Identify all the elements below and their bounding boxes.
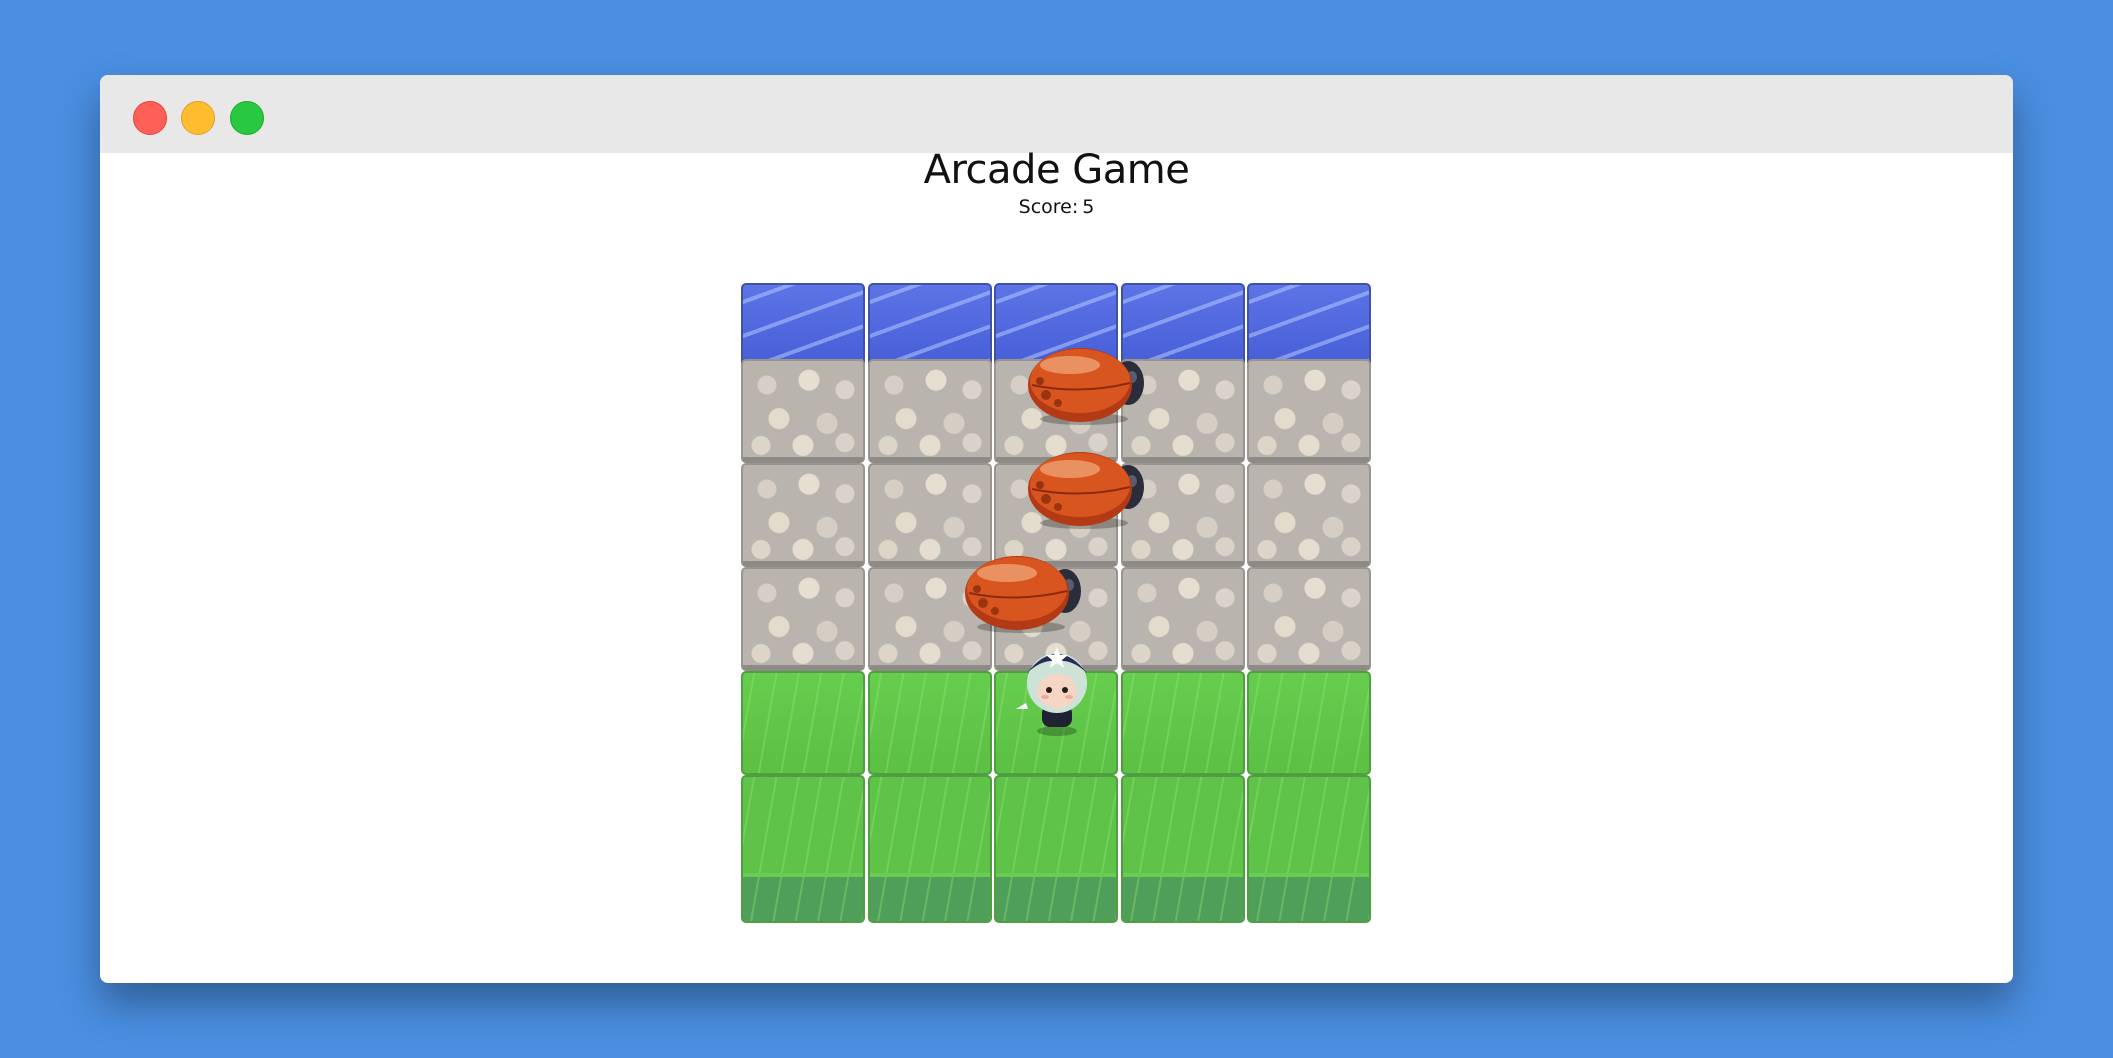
- browser-window: Arcade Game Score: 5: [100, 75, 2013, 983]
- player-character: [1012, 635, 1102, 739]
- enemy-bug: [961, 551, 1085, 635]
- enemy-bug: [1024, 343, 1148, 427]
- minimize-window-button[interactable]: [181, 101, 215, 135]
- stone-tile: [741, 463, 865, 567]
- stone-tile: [741, 359, 865, 463]
- page-title: Arcade Game: [923, 147, 1190, 193]
- stone-tile: [1247, 567, 1371, 671]
- game-board[interactable]: [741, 283, 1372, 953]
- grass-tile: [741, 775, 865, 923]
- grass-tile: [741, 671, 865, 775]
- grass-tile: [1247, 671, 1371, 775]
- grass-tile: [994, 775, 1118, 923]
- score-label: Score:: [1018, 196, 1079, 218]
- maximize-window-button[interactable]: [230, 101, 264, 135]
- close-window-button[interactable]: [133, 101, 167, 135]
- stone-tile: [867, 359, 992, 463]
- enemy-bug: [1024, 447, 1148, 531]
- stone-tile: [1247, 463, 1371, 567]
- grass-tile: [1120, 671, 1245, 775]
- stone-tile: [741, 567, 865, 671]
- score-value: 5: [1082, 196, 1095, 218]
- window-titlebar: [100, 75, 2013, 153]
- stone-tile: [1120, 567, 1245, 671]
- grass-tile: [1247, 775, 1371, 923]
- score-display: Score: 5: [100, 196, 2013, 218]
- grass-tile: [867, 671, 992, 775]
- grass-tile: [867, 775, 992, 923]
- grass-tile: [1120, 775, 1245, 923]
- stone-tile: [1247, 359, 1371, 463]
